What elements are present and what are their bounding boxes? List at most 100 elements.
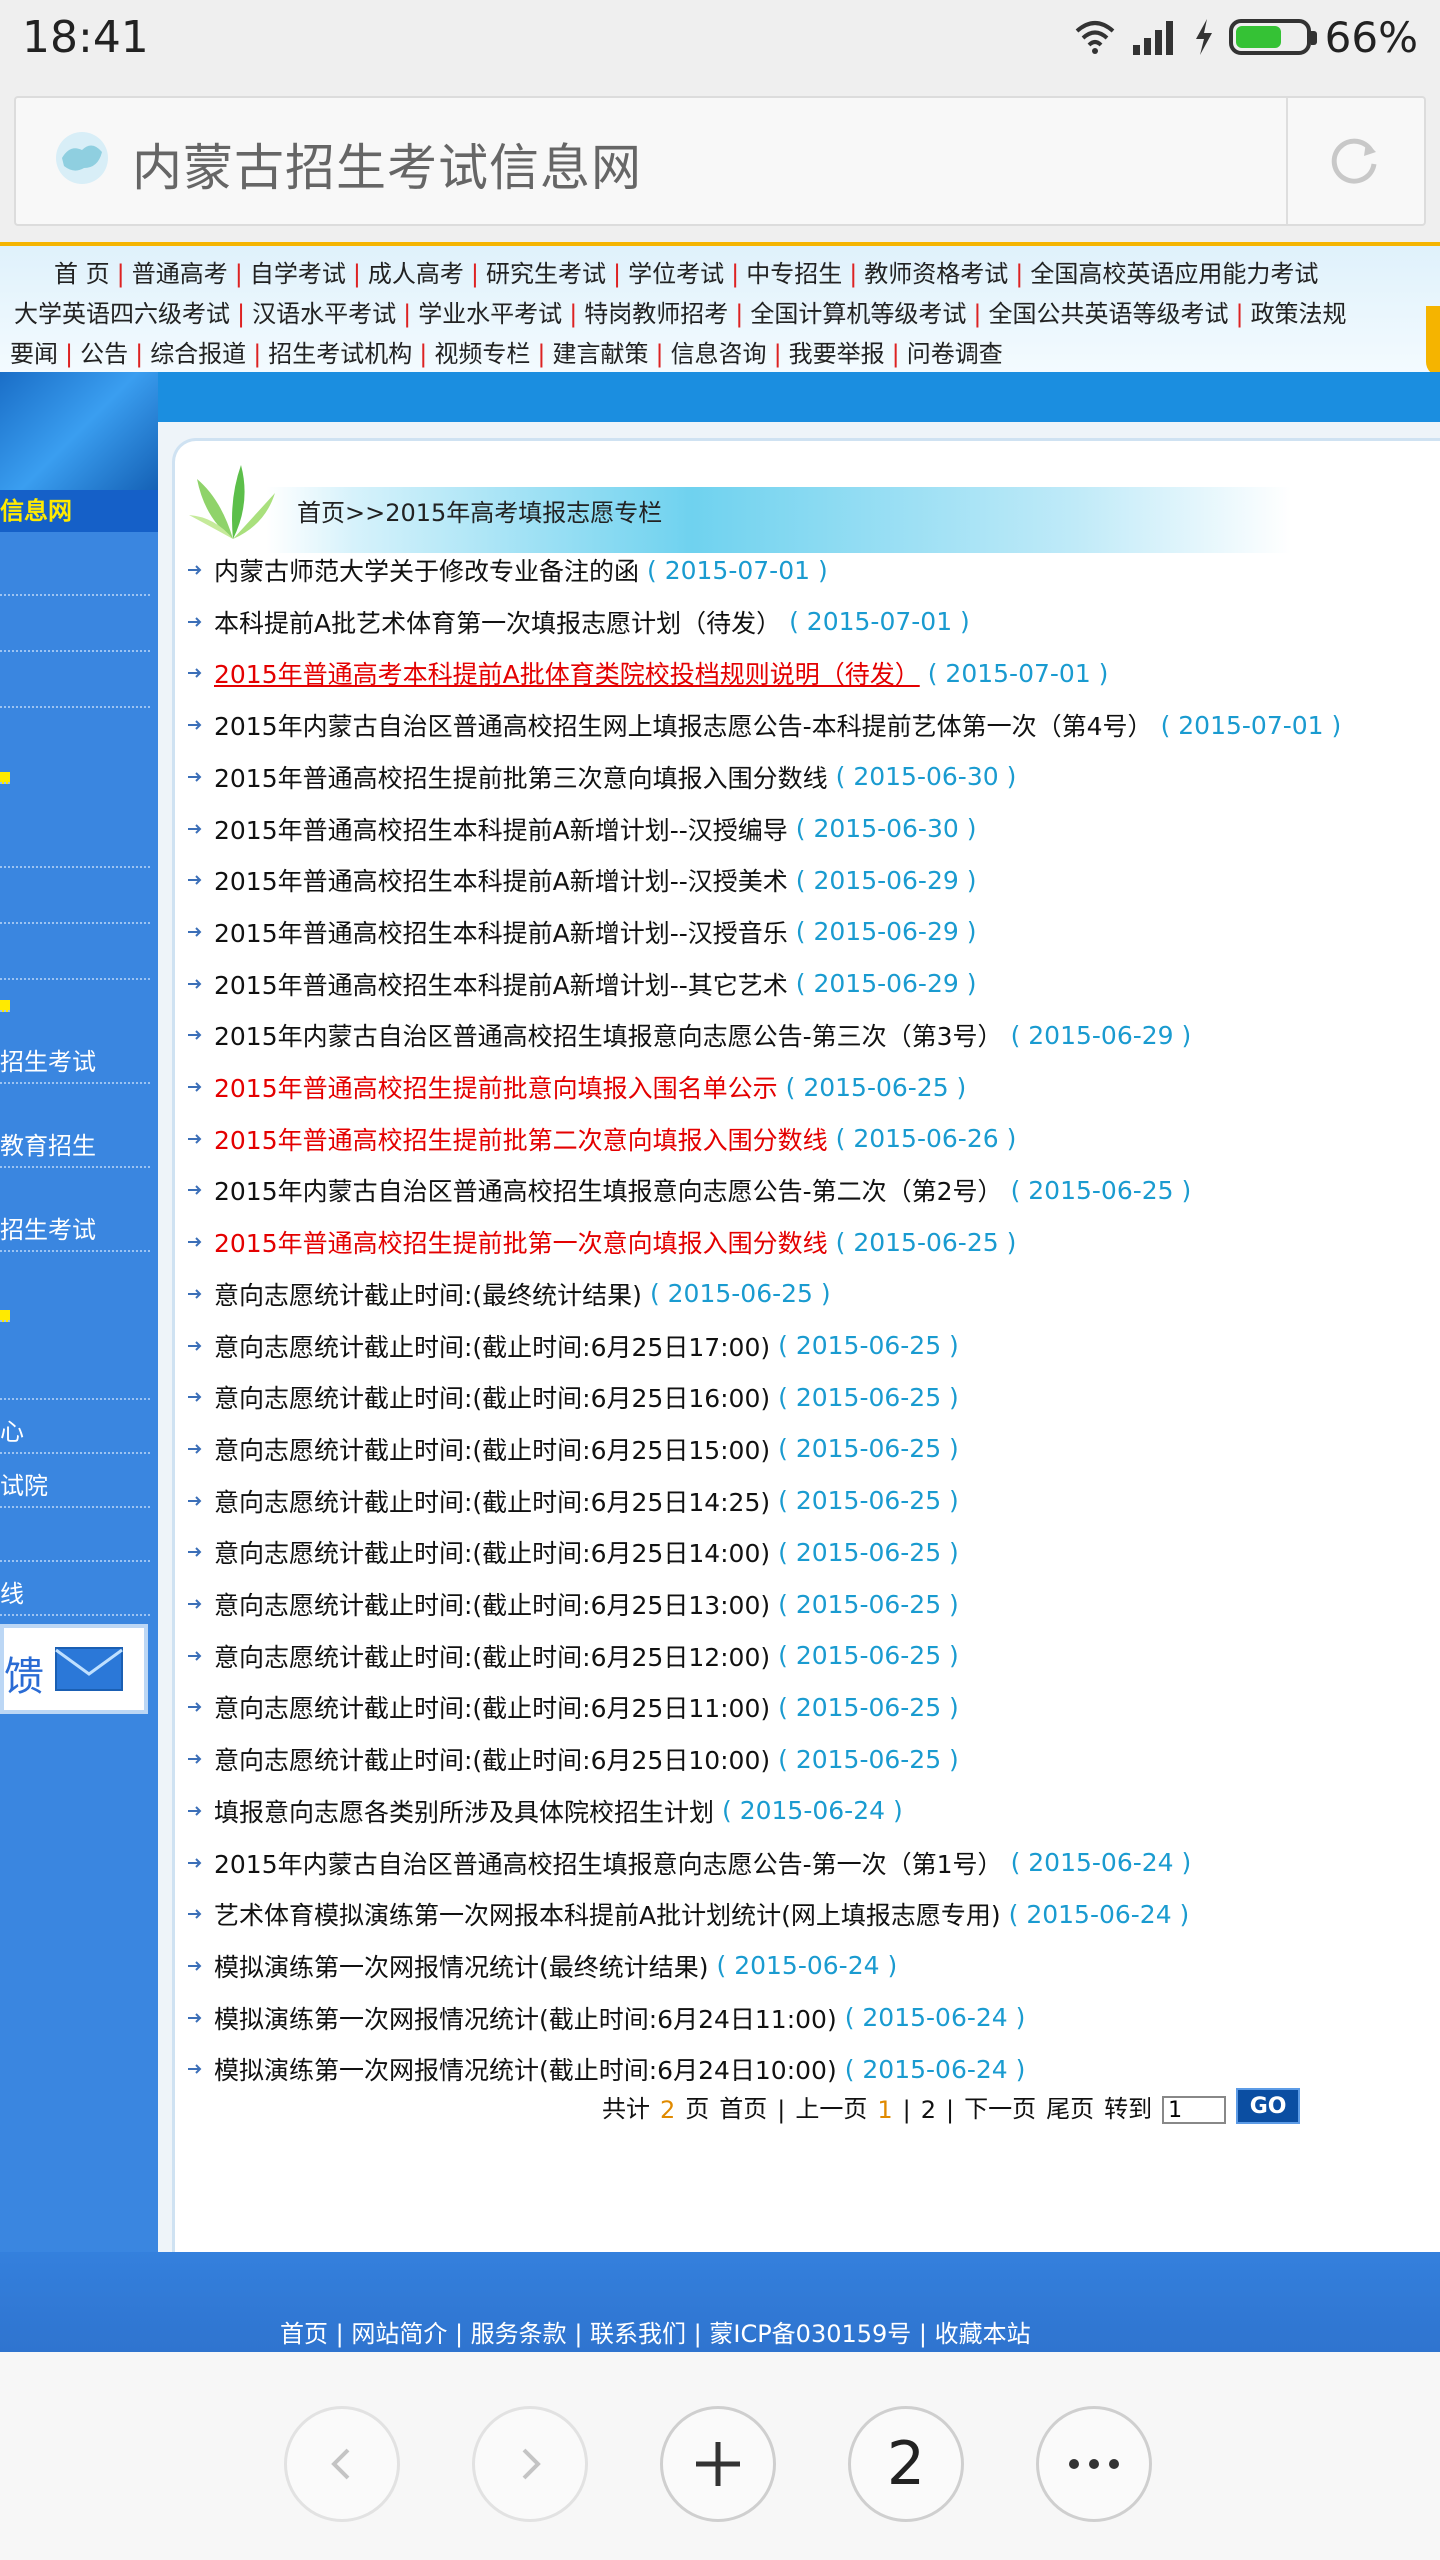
article-date: ( 2015-06-26 ) xyxy=(835,1124,1017,1154)
article-link[interactable]: 本科提前A批艺术体育第一次填报志愿计划（待发） xyxy=(214,604,781,640)
article-link[interactable]: 2015年内蒙古自治区普通高校招生网上填报志愿公告-本科提前艺体第一次（第4号） xyxy=(214,707,1153,743)
arrow-icon xyxy=(188,1444,202,1454)
nav-link[interactable]: 大学英语四六级考试 xyxy=(14,300,230,328)
article-link[interactable]: 意向志愿统计截止时间:(截止时间:6月25日12:00) xyxy=(214,1638,770,1674)
article-link[interactable]: 2015年普通高校招生提前批第一次意向填报入围分数线 xyxy=(214,1224,828,1260)
back-button[interactable] xyxy=(284,2406,400,2522)
article-row: 意向志愿统计截止时间:(截止时间:6月25日15:00) ( 2015-06-25… xyxy=(186,1429,959,1469)
nav-link[interactable]: 要闻 xyxy=(10,340,58,368)
article-link[interactable]: 意向志愿统计截止时间:(截止时间:6月25日14:25) xyxy=(214,1483,770,1519)
article-date: ( 2015-06-25 ) xyxy=(778,1537,959,1567)
pager-first-link[interactable]: 首页 xyxy=(719,2089,767,2124)
article-row: 2015年普通高考本科提前A批体育类院校投档规则说明（待发）( 2015-07-… xyxy=(186,653,1108,693)
nav-link[interactable]: 公告 xyxy=(80,340,128,368)
pager-prev-link[interactable]: 上一页 xyxy=(795,2089,867,2124)
article-link[interactable]: 2015年内蒙古自治区普通高校招生填报意向志愿公告-第三次（第3号） xyxy=(214,1017,1003,1053)
nav-link[interactable]: 全国高校英语应用能力考试 xyxy=(1030,260,1318,288)
sidebar-item[interactable]: 试院 xyxy=(0,1466,150,1508)
page-title: 内蒙古招生考试信息网 xyxy=(132,139,642,197)
article-link[interactable]: 艺术体育模拟演练第一次网报本科提前A批计划统计(网上填报志愿专用) xyxy=(214,1896,1001,1932)
article-date: ( 2015-06-25 ) xyxy=(778,1744,959,1774)
signal-icon xyxy=(1132,21,1173,55)
tabs-button[interactable]: 2 xyxy=(848,2406,964,2522)
article-link[interactable]: 2015年内蒙古自治区普通高校招生填报意向志愿公告-第一次（第1号） xyxy=(214,1845,1003,1881)
article-link[interactable]: 意向志愿统计截止时间:(最终统计结果) xyxy=(214,1276,642,1312)
nav-link[interactable]: 我要举报 xyxy=(789,340,885,368)
nav-link[interactable]: 招生考试机构 xyxy=(268,340,412,368)
article-link[interactable]: 2015年普通高校招生本科提前A新增计划--汉授编导 xyxy=(214,811,788,847)
nav-link[interactable]: 建言献策 xyxy=(552,340,648,368)
nav-link[interactable]: 问卷调查 xyxy=(907,340,1003,368)
sidebar-item[interactable]: 心 xyxy=(0,1412,150,1454)
article-date: ( 2015-06-29 ) xyxy=(795,917,977,947)
article-link[interactable]: 模拟演练第一次网报情况统计(最终统计结果) xyxy=(214,1948,709,1984)
sidebar-item[interactable]: 教育招生 xyxy=(0,1126,150,1168)
article-date: ( 2015-06-25 ) xyxy=(778,1641,959,1671)
nav-link[interactable]: 学位考试 xyxy=(628,260,724,288)
article-link[interactable]: 内蒙古师范大学关于修改专业备注的函 xyxy=(214,552,639,588)
footer-links[interactable]: 首页 | 网站简介 | 服务条款 | 联系我们 | 蒙ICP备030159号 |… xyxy=(280,2314,1031,2349)
article-row: 2015年普通高校招生本科提前A新增计划--汉授编导( 2015-06-30 ) xyxy=(186,809,976,849)
nav-separator: | xyxy=(1015,260,1024,288)
nav-separator: | xyxy=(773,340,782,368)
article-link[interactable]: 2015年普通高校招生本科提前A新增计划--汉授美术 xyxy=(214,862,788,898)
wifi-icon xyxy=(1075,21,1114,54)
article-link[interactable]: 意向志愿统计截止时间:(截止时间:6月25日11:00) xyxy=(214,1689,770,1725)
reload-icon[interactable] xyxy=(1326,132,1384,190)
nav-link[interactable]: 成人高考 xyxy=(368,260,464,288)
article-link[interactable]: 模拟演练第一次网报情况统计(截止时间:6月24日10:00) xyxy=(214,2051,837,2087)
article-link[interactable]: 2015年普通高校招生本科提前A新增计划--汉授音乐 xyxy=(214,914,788,950)
article-link[interactable]: 意向志愿统计截止时间:(截止时间:6月25日14:00) xyxy=(214,1534,770,1570)
nav-separator: | xyxy=(253,340,262,368)
article-link[interactable]: 意向志愿统计截止时间:(截止时间:6月25日16:00) xyxy=(214,1379,770,1415)
nav-link[interactable]: 全国公共英语等级考试 xyxy=(988,300,1228,328)
nav-link[interactable]: 信息咨询 xyxy=(671,340,767,368)
address-bar[interactable]: 内蒙古招生考试信息网 xyxy=(14,96,1426,226)
article-link[interactable]: 2015年普通高校招生提前批意向填报入围名单公示 xyxy=(214,1069,778,1105)
pager-goto-input[interactable] xyxy=(1162,2096,1227,2124)
nav-link[interactable]: 政策法规 xyxy=(1251,300,1347,328)
arrow-icon xyxy=(188,1030,202,1041)
article-link[interactable]: 模拟演练第一次网报情况统计(截止时间:6月24日11:00) xyxy=(214,2000,837,2036)
nav-link[interactable]: 研究生考试 xyxy=(486,260,606,288)
nav-link[interactable]: 首 页 xyxy=(54,260,110,288)
article-link[interactable]: 填报意向志愿各类别所涉及具体院校招生计划 xyxy=(214,1793,714,1829)
sidebar-item[interactable]: 线 xyxy=(0,1574,150,1616)
nav-link[interactable]: 特岗教师招考 xyxy=(584,300,728,328)
new-tab-button[interactable] xyxy=(660,2406,776,2522)
pager-page-2[interactable]: 2 xyxy=(921,2096,936,2124)
battery-percent: 66% xyxy=(1324,12,1418,62)
sidebar-separator xyxy=(0,812,150,868)
nav-link[interactable]: 学业水平考试 xyxy=(418,300,562,328)
pager-go-button[interactable]: GO xyxy=(1236,2088,1301,2124)
article-link[interactable]: 2015年内蒙古自治区普通高校招生填报意向志愿公告-第二次（第2号） xyxy=(214,1172,1003,1208)
nav-link[interactable]: 视频专栏 xyxy=(434,340,530,368)
article-link[interactable]: 2015年普通高校招生提前批第二次意向填报入围分数线 xyxy=(214,1121,828,1157)
nav-link[interactable]: 综合报道 xyxy=(150,340,246,368)
nav-link[interactable]: 教师资格考试 xyxy=(864,260,1008,288)
article-link[interactable]: 意向志愿统计截止时间:(截止时间:6月25日13:00) xyxy=(214,1586,770,1622)
article-link[interactable]: 意向志愿统计截止时间:(截止时间:6月25日10:00) xyxy=(214,1741,770,1777)
article-date: ( 2015-06-24 ) xyxy=(722,1796,903,1826)
article-row: 2015年内蒙古自治区普通高校招生填报意向志愿公告-第三次（第3号）( 2015… xyxy=(186,1015,1191,1055)
nav-link[interactable]: 普通高考 xyxy=(132,260,228,288)
pager-last-link[interactable]: 尾页 xyxy=(1046,2089,1094,2124)
nav-separator: | xyxy=(891,340,900,368)
menu-button[interactable] xyxy=(1036,2406,1152,2522)
nav-link[interactable]: 汉语水平考试 xyxy=(252,300,396,328)
article-link[interactable]: 意向志愿统计截止时间:(截止时间:6月25日17:00) xyxy=(214,1328,770,1364)
article-link[interactable]: 2015年普通高考本科提前A批体育类院校投档规则说明（待发） xyxy=(214,655,920,691)
nav-link[interactable]: 中专招生 xyxy=(746,260,842,288)
article-link[interactable]: 2015年普通高校招生本科提前A新增计划--其它艺术 xyxy=(214,966,788,1002)
sidebar-item[interactable]: 招生考试 xyxy=(0,1210,150,1252)
article-link[interactable]: 意向志愿统计截止时间:(截止时间:6月25日15:00) xyxy=(214,1431,770,1467)
pager-next-link[interactable]: 下一页 xyxy=(964,2089,1036,2124)
article-link[interactable]: 2015年普通高校招生提前批第三次意向填报入围分数线 xyxy=(214,759,828,795)
pager-page-1[interactable]: 1 xyxy=(877,2096,892,2124)
nav-link[interactable]: 自学考试 xyxy=(250,260,346,288)
pager-sep: | xyxy=(946,2096,955,2124)
forward-button[interactable] xyxy=(472,2406,588,2522)
feedback-button[interactable]: 馈 xyxy=(0,1624,148,1714)
nav-link[interactable]: 全国计算机等级考试 xyxy=(750,300,966,328)
sidebar-item[interactable]: 招生考试 xyxy=(0,1042,150,1084)
